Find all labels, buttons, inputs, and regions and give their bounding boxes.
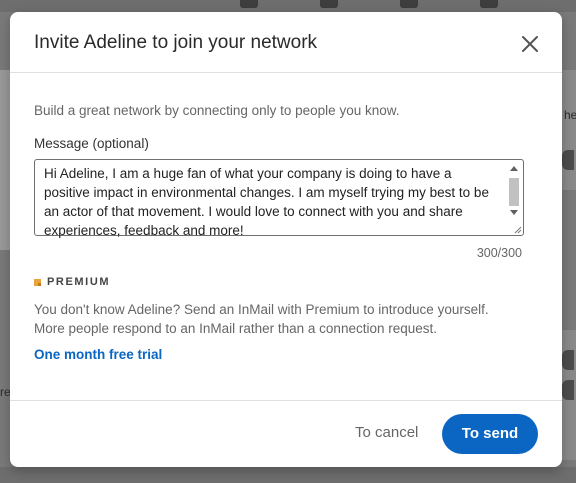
dialog-footer: To cancel To send	[10, 400, 562, 467]
background-nav-icon	[400, 0, 418, 8]
message-textarea[interactable]: Hi Adeline, I am a huge fan of what your…	[34, 159, 524, 238]
send-button[interactable]: To send	[442, 414, 538, 454]
intro-text: Build a great network by connecting only…	[34, 103, 400, 118]
background-text-fragment: he	[564, 108, 576, 122]
background-nav-icon	[320, 0, 338, 8]
message-label: Message (optional)	[34, 136, 149, 151]
scroll-down-icon[interactable]	[510, 210, 518, 215]
background-avatar	[562, 150, 574, 170]
background-avatar	[562, 350, 574, 370]
message-line: Hi Adeline, I am a huge fan of what your…	[44, 166, 452, 181]
textarea-scrollbar[interactable]	[508, 162, 521, 233]
invite-dialog: Invite Adeline to join your network Buil…	[10, 12, 562, 467]
message-text: Hi Adeline, I am a huge fan of what your…	[44, 164, 501, 240]
premium-header: PREMIUM	[34, 276, 538, 288]
dialog-title: Invite Adeline to join your network	[34, 32, 318, 53]
message-line: positive impact in environmental changes…	[44, 185, 489, 200]
scroll-thumb[interactable]	[509, 178, 519, 206]
background-panel-left	[0, 70, 10, 250]
message-line: experiences, feedback and more!	[44, 223, 244, 238]
background-bottom-bar	[0, 467, 576, 483]
free-trial-link[interactable]: One month free trial	[34, 347, 162, 362]
premium-text-line: You don't know Adeline? Send an InMail w…	[34, 302, 489, 317]
premium-description: You don't know Adeline? Send an InMail w…	[34, 300, 534, 338]
background-nav-icon	[480, 0, 498, 8]
premium-label: PREMIUM	[47, 276, 111, 288]
close-icon	[522, 36, 538, 52]
background-nav-icon	[240, 0, 258, 8]
resize-grip-icon[interactable]	[513, 225, 522, 234]
message-line: an actor of that movement. I would love …	[44, 204, 463, 219]
dialog-body: Build a great network by connecting only…	[10, 103, 562, 364]
background-panel-right	[562, 70, 576, 190]
dialog-header: Invite Adeline to join your network	[10, 12, 562, 73]
scroll-up-icon[interactable]	[510, 166, 518, 171]
close-button[interactable]	[518, 32, 542, 56]
premium-icon	[34, 278, 41, 286]
character-counter: 300/300	[476, 246, 522, 260]
cancel-button[interactable]: To cancel	[350, 420, 423, 445]
premium-text-line: More people respond to an InMail rather …	[34, 321, 438, 336]
background-avatar	[562, 380, 574, 400]
